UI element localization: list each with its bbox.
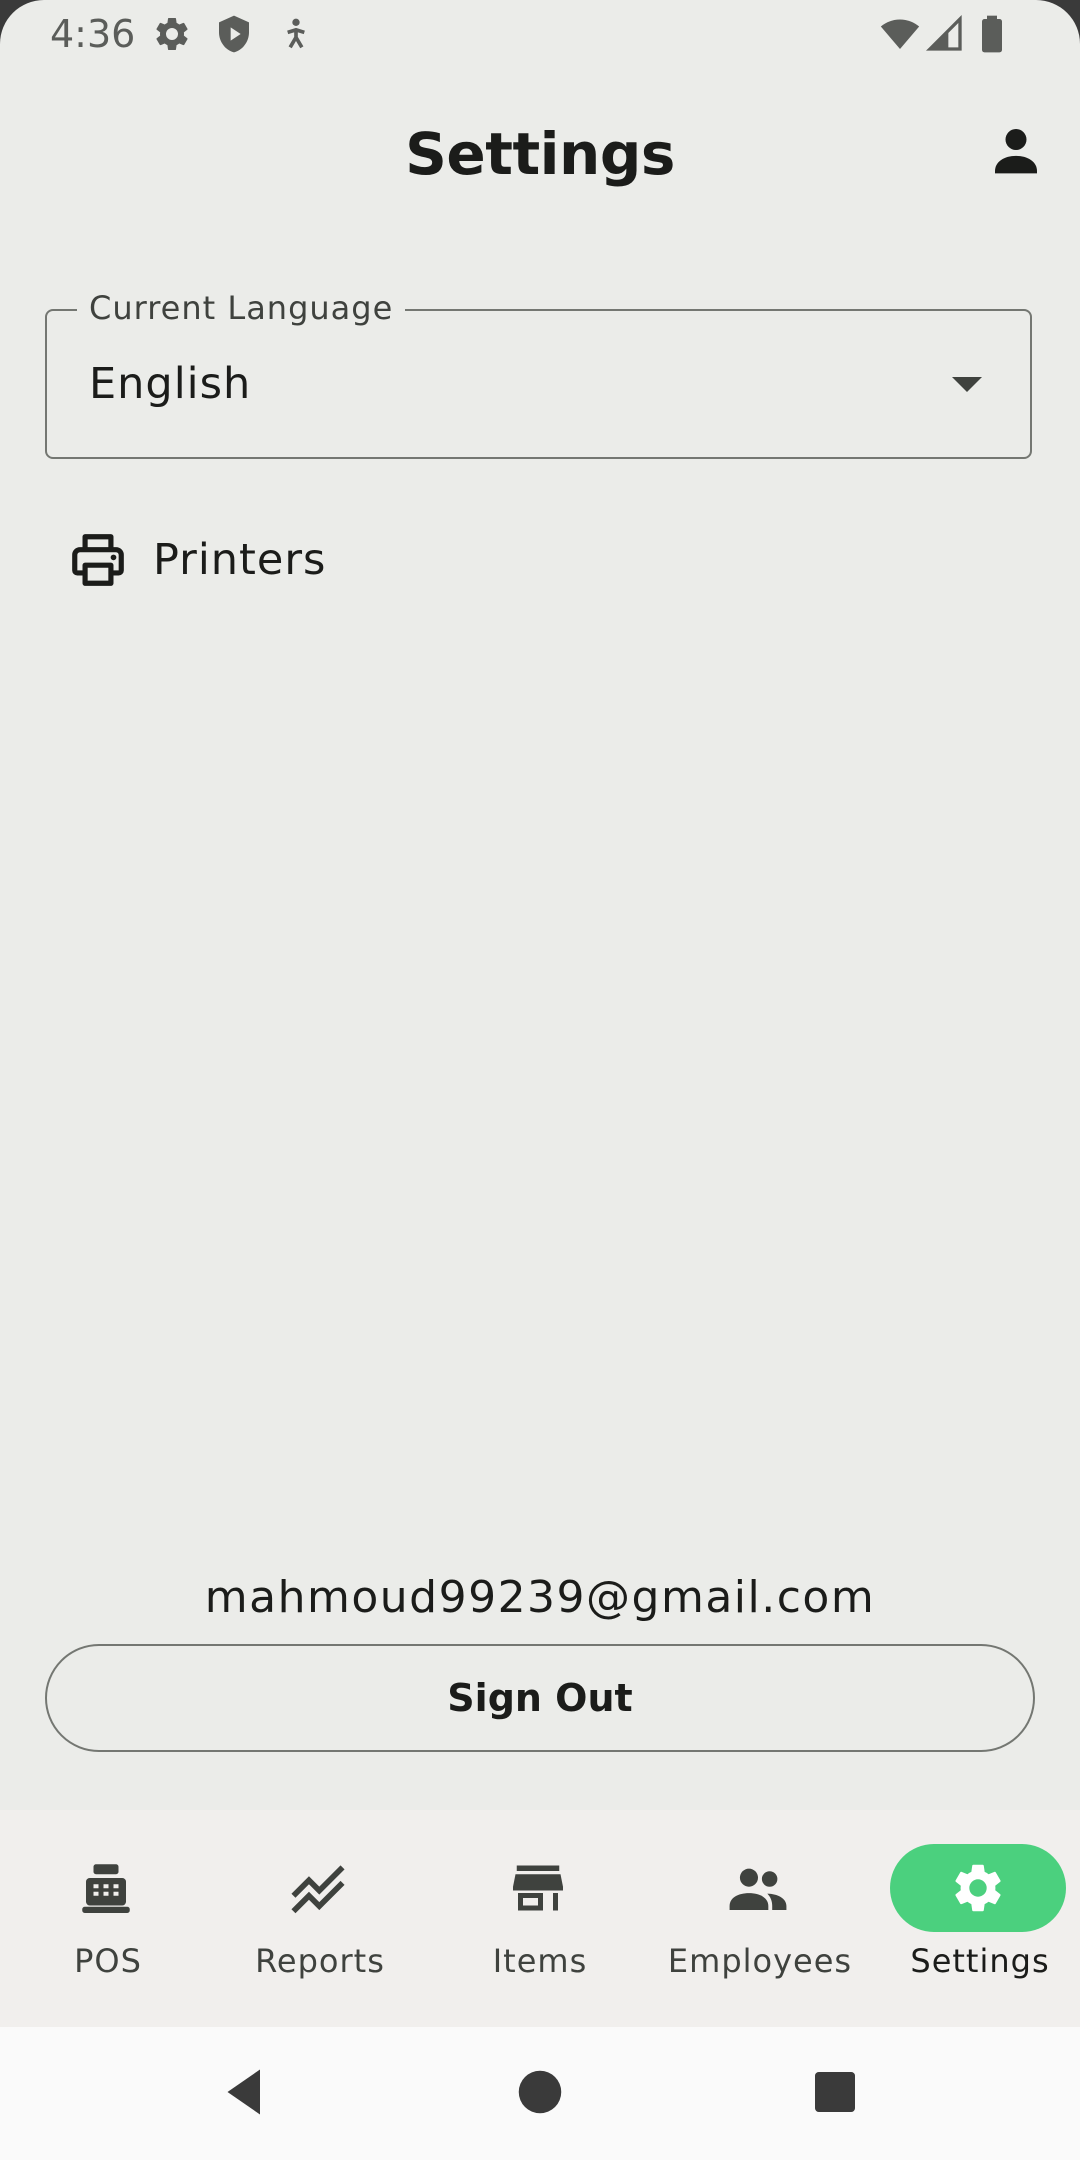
cash-register-icon [82, 1864, 130, 1913]
app-bar: Settings [0, 68, 1080, 244]
shield-icon [219, 15, 249, 53]
sign-out-button[interactable]: Sign Out [45, 1644, 1035, 1752]
nav-label: Reports [255, 1942, 385, 1980]
cell-signal-icon [925, 14, 962, 51]
gear-icon [156, 17, 188, 50]
language-value: English [89, 359, 252, 409]
nav-item-reports[interactable]: Reports [212, 1810, 428, 2027]
language-label: Current Language [77, 289, 406, 327]
nav-pill-active [890, 1844, 1066, 1932]
trend-chart-icon [291, 1865, 345, 1914]
account-button[interactable] [982, 116, 1050, 184]
battery-icon [982, 15, 1002, 53]
home-icon[interactable] [510, 2062, 570, 2122]
nav-label: Items [492, 1942, 588, 1980]
gear-icon [955, 1864, 1001, 1912]
nav-pill [230, 1844, 406, 1932]
system-navigation-bar [0, 2027, 1080, 2160]
nav-item-items[interactable]: Items [432, 1810, 648, 2027]
printers-item[interactable]: Printers [45, 510, 1032, 610]
nav-pill [18, 1844, 194, 1932]
printer-icon [65, 527, 131, 593]
nav-pill [670, 1844, 846, 1932]
recents-icon[interactable] [805, 2062, 865, 2122]
account-email: mahmoud99239@gmail.com [204, 1572, 876, 1623]
nav-label: Employees [667, 1942, 853, 1980]
nav-label: Settings [910, 1942, 1050, 1980]
printers-label: Printers [153, 535, 327, 585]
back-icon[interactable] [215, 2062, 275, 2122]
language-dropdown[interactable]: Current Language English [45, 289, 1032, 459]
page-title: Settings [405, 120, 675, 188]
dropdown-arrow-icon [952, 377, 982, 392]
nav-item-settings[interactable]: Settings [872, 1810, 1080, 2027]
store-icon [513, 1865, 563, 1911]
wifi-icon [880, 19, 920, 49]
nav-pill [450, 1844, 626, 1932]
nav-item-pos[interactable]: POS [0, 1810, 216, 2027]
person-icon [995, 129, 1037, 174]
accessibility-icon [287, 18, 305, 49]
status-bar: 4:36 [0, 0, 1080, 68]
nav-label: POS [74, 1942, 142, 1980]
app-screen: 4:36 Settings Current Language English P… [0, 0, 1080, 2160]
status-time: 4:36 [50, 12, 136, 56]
people-icon [729, 1868, 787, 1910]
nav-item-employees[interactable]: Employees [652, 1810, 868, 2027]
bottom-navigation: POS Reports Items Employees Settings [0, 1810, 1080, 2027]
